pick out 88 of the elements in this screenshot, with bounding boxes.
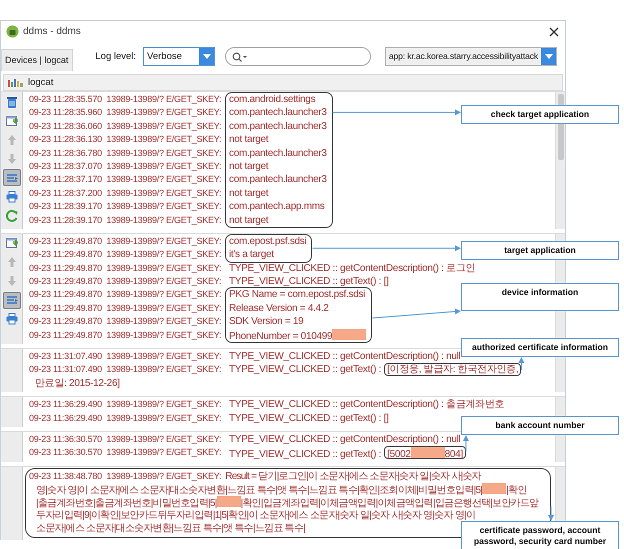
- log-message: 영|숫자 영|이 소문자|에스 소문자|대소숫자변환|느낌표 특수|앳 특수|느낌표 특수|확인|조회이체|비밀번호입력|5|: [36, 484, 482, 496]
- log-message: TYPE_VIEW_CLICKED :: getText() :: [229, 449, 382, 460]
- log-message: not target: [229, 134, 268, 146]
- log-message: TYPE_VIEW_CLICKED :: getText() :: [229, 364, 382, 376]
- log-prefix: 09-23 11:36:30.570 13989-13989/? E/GET_SKEY:: [29, 446, 222, 460]
- log-prefix: 09-23 11:28:36.780 13989-13989/? E/GET_SKEY:: [29, 146, 222, 160]
- log-message: 소문자|에스 소문자|대소숫자변환|느낌표 특수|앳 특수|느낌표 특수|: [36, 522, 305, 534]
- log-prefix: 09-23 11:29:49.870 13989-13989/? E/GET_SKEY:: [29, 315, 222, 328]
- callout-tooltip: authorized certificate information: [461, 338, 619, 357]
- caret-icon: [202, 54, 211, 59]
- log-message: TYPE_VIEW_CLICKED :: getContentDescription() : 출금계좌번호: [229, 399, 504, 410]
- log-prefix: 09-23 11:28:37.170 13989-13989/? E/GET_SKEY:: [29, 173, 222, 186]
- arrow: [548, 506, 554, 521]
- list-icon[interactable]: [2, 292, 20, 309]
- log-prefix: 09-23 11:36:29.490 13989-13989/? E/GET_SKEY:: [29, 412, 222, 425]
- logcat-title: logcat: [28, 76, 54, 88]
- log-message: Release Version = 4.4.2: [229, 302, 329, 314]
- log-message: [5002: [387, 449, 411, 460]
- log-prefix: 09-23 11:31:07.490 13989-13989/? E/GET_SKEY:: [29, 350, 222, 364]
- log-message: |확인: [506, 484, 527, 496]
- log-message: PhoneNumber = 010499: [229, 330, 332, 342]
- log-prefix: 09-23 11:28:37.200 13989-13989/? E/GET_SKEY:: [29, 186, 222, 200]
- log-message: SDK Version = 19: [229, 316, 304, 328]
- log-message: TYPE_VIEW_CLICKED :: getContentDescription() : null: [229, 434, 460, 445]
- arrow: [518, 357, 524, 370]
- callout-tooltip: target application: [461, 241, 619, 260]
- log-message: not target: [229, 188, 268, 199]
- log-level-label: Log level:: [95, 50, 136, 62]
- callout-tooltip: bank account number: [461, 416, 619, 435]
- log-prefix: 09-23 11:29:49.870 13989-13989/? E/GET_SKEY:: [29, 328, 222, 342]
- log-message: com.epost.psf.sdsi: [229, 236, 306, 247]
- log-message: 804]: [444, 449, 463, 460]
- log-message: 두자리입력|9|이확인|보안카드뒤두자리입력|1|5|확인|이 소문자|에스 소문자|숫자 일|숫자 사|숫자 영|숫자 영|이: [36, 510, 476, 521]
- log-message: TYPE_VIEW_CLICKED :: getContentDescription() : null: [229, 351, 460, 362]
- redaction-block: [216, 496, 241, 507]
- log-prefix: 09-23 11:29:49.870 13989-13989/? E/GET_SKEY:: [29, 302, 222, 315]
- redaction-block: [332, 328, 366, 340]
- app-icon: [6, 25, 19, 38]
- log-prefix: 09-23 11:36:29.490 13989-13989/? E/GET_SKEY:: [29, 398, 222, 412]
- search-icon: [232, 52, 248, 62]
- log-message: not target: [229, 214, 268, 226]
- log-prefix: 09-23 11:28:39.170 13989-13989/? E/GET_SKEY:: [29, 214, 222, 227]
- list-icon[interactable]: [2, 169, 20, 186]
- log-message: com.pantech.launcher3: [229, 107, 327, 118]
- log-message: Result = 닫기|로그인|이 소문자|에스 소문자|숫자 일|숫자 사|숫자: [225, 470, 481, 482]
- log-prefix: 09-23 11:29:49.870 13989-13989/? E/GET_SKEY:: [29, 288, 222, 302]
- log-prefix: 09-23 11:29:49.870 13989-13989/? E/GET_SKEY:: [29, 262, 222, 275]
- log-message: |확인|입금계좌입력|이체금액입력|이체금액입력|입금은행선택|보안카드앞: [240, 498, 538, 509]
- arrow: [462, 435, 469, 452]
- log-prefix: 09-23 11:28:37.070 13989-13989/? E/GET_SKEY:: [29, 160, 222, 173]
- log-prefix: 09-23 11:28:36.060 13989-13989/? E/GET_SKEY:: [29, 120, 222, 133]
- devices-logcat-tab[interactable]: Devices | logcat: [1, 49, 74, 71]
- log-level-select[interactable]: Verbose: [143, 47, 216, 66]
- caret-icon: [544, 54, 552, 59]
- log-message: PKG Name = com.epost.psf.sdsi: [229, 289, 366, 300]
- log-message: com.pantech.launcher3: [229, 174, 327, 186]
- log-message: [이정웅, 발급자: 한국전자인증,: [387, 364, 518, 376]
- log-message: 만료일: 2015-12-26]: [35, 378, 120, 389]
- log-prefix: 09-23 11:29:49.870 13989-13989/? E/GET_SKEY:: [29, 275, 222, 288]
- log-message: com.pantech.launcher3: [229, 120, 327, 132]
- log-prefix: 09-23 11:31:07.490 13989-13989/? E/GET_SKEY:: [29, 363, 222, 376]
- log-prefix: 09-23 11:28:39.170 13989-13989/? E/GET_SKEY:: [29, 200, 222, 214]
- log-prefix: 09-23 11:28:36.130 13989-13989/? E/GET_SKEY:: [29, 133, 222, 146]
- log-message: TYPE_VIEW_CLICKED :: getText() : []: [229, 412, 389, 424]
- window-title: ddms - ddms: [23, 26, 81, 38]
- close-icon[interactable]: [549, 26, 559, 36]
- log-prefix: 09-23 11:36:30.570 13989-13989/? E/GET_SKEY:: [29, 432, 222, 446]
- log-message: |출금계좌번호|출금계좌번호|비밀번호입력|5|: [36, 498, 217, 509]
- log-prefix: 09-23 11:29:49.870 13989-13989/? E/GET_SKEY:: [29, 248, 222, 262]
- search-field[interactable]: [225, 47, 372, 66]
- log-message: TYPE_VIEW_CLICKED :: getText() : []: [229, 276, 389, 288]
- callout-tooltip: check target application: [461, 105, 619, 124]
- redaction-block: [482, 482, 506, 494]
- log-prefix: 09-23 11:28:35.570 13989-13989/? E/GET_SKEY:: [29, 93, 222, 106]
- log-message: com.android.settings: [229, 94, 316, 105]
- callout-tooltip: certificate password, account password, security card number: [461, 521, 619, 549]
- app-filter-select[interactable]: app: kr.ac.korea.starry.accessibilityattack: [384, 47, 557, 66]
- log-prefix: 09-23 11:29:49.870 13989-13989/? E/GET_SKEY:: [29, 234, 222, 248]
- log-message: it's a target: [229, 249, 274, 260]
- log-message: com.pantech.app.mms: [229, 201, 324, 212]
- log-message: not target: [229, 160, 268, 172]
- log-prefix: 09-23 11:38:48.780 13989-13989/? E/GET_SKEY:: [29, 470, 222, 481]
- callout-tooltip: device information: [461, 283, 619, 311]
- log-message: TYPE_VIEW_CLICKED :: getContentDescription() : 로그인: [229, 262, 476, 274]
- logcat-icon: [8, 78, 24, 88]
- log-message: com.pantech.launcher3: [229, 148, 327, 159]
- redaction-block: [410, 447, 445, 458]
- log-prefix: 09-23 11:28:35.960 13989-13989/? E/GET_SKEY:: [29, 106, 222, 120]
